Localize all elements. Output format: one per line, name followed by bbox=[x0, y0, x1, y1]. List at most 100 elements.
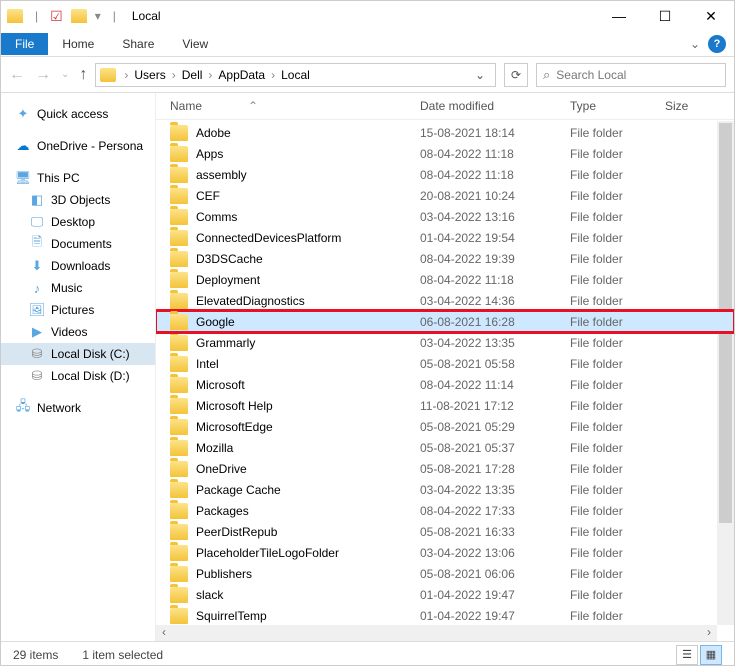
sidebar-item-local-disk-c[interactable]: ⛁Local Disk (C:) bbox=[1, 343, 155, 365]
sidebar-item-downloads[interactable]: ⬇Downloads bbox=[1, 255, 155, 277]
pictures-icon: 🖼 bbox=[29, 302, 45, 318]
file-row[interactable]: PlaceholderTileLogoFolder03-04-2022 13:0… bbox=[156, 542, 734, 563]
file-row[interactable]: Mozilla05-08-2021 05:37File folder bbox=[156, 437, 734, 458]
folder-icon bbox=[170, 230, 188, 246]
sidebar-item-quick-access[interactable]: ✦Quick access bbox=[1, 103, 155, 125]
column-header-size[interactable]: Size bbox=[665, 99, 695, 113]
column-header-type[interactable]: Type bbox=[570, 99, 665, 113]
sidebar-item-local-disk-d[interactable]: ⛁Local Disk (D:) bbox=[1, 365, 155, 387]
file-row[interactable]: slack01-04-2022 19:47File folder bbox=[156, 584, 734, 605]
close-button[interactable]: ✕ bbox=[688, 1, 734, 31]
file-row[interactable]: SquirrelTemp01-04-2022 19:47File folder bbox=[156, 605, 734, 626]
file-type: File folder bbox=[570, 252, 665, 266]
vertical-scrollbar[interactable] bbox=[717, 121, 734, 625]
file-list: Adobe15-08-2021 18:14File folderApps08-0… bbox=[156, 120, 734, 641]
file-row[interactable]: Adobe15-08-2021 18:14File folder bbox=[156, 122, 734, 143]
minimize-button[interactable]: — bbox=[596, 1, 642, 31]
home-tab[interactable]: Home bbox=[48, 33, 108, 55]
file-date: 05-08-2021 05:37 bbox=[420, 441, 570, 455]
horizontal-scrollbar[interactable]: ‹› bbox=[156, 625, 717, 641]
check-icon[interactable]: ☑ bbox=[50, 8, 63, 25]
file-name: Apps bbox=[196, 147, 420, 161]
file-tab[interactable]: File bbox=[1, 33, 48, 55]
icons-view-button[interactable]: ▦ bbox=[700, 645, 722, 665]
file-type: File folder bbox=[570, 147, 665, 161]
file-row[interactable]: PeerDistRepub05-08-2021 16:33File folder bbox=[156, 521, 734, 542]
breadcrumb-item[interactable]: Users bbox=[130, 68, 169, 82]
expand-ribbon-icon[interactable]: ⌄ bbox=[682, 37, 708, 51]
file-row[interactable]: assembly08-04-2022 11:18File folder bbox=[156, 164, 734, 185]
folder-icon bbox=[170, 440, 188, 456]
chevron-right-icon[interactable]: › bbox=[269, 68, 277, 82]
maximize-button[interactable]: ☐ bbox=[642, 1, 688, 31]
chevron-right-icon[interactable]: › bbox=[206, 68, 214, 82]
breadcrumb-item[interactable]: AppData bbox=[214, 68, 269, 82]
sidebar-item-desktop[interactable]: 🖵Desktop bbox=[1, 211, 155, 233]
recent-dropdown[interactable]: ⌄ bbox=[61, 69, 69, 80]
sidebar-item-this-pc[interactable]: 🖥This PC bbox=[1, 167, 155, 189]
file-type: File folder bbox=[570, 273, 665, 287]
sidebar-item-3d-objects[interactable]: ◧3D Objects bbox=[1, 189, 155, 211]
status-bar: 29 items 1 item selected ☰ ▦ bbox=[1, 641, 734, 667]
file-row[interactable]: Publishers05-08-2021 06:06File folder bbox=[156, 563, 734, 584]
sidebar-item-music[interactable]: ♪Music bbox=[1, 277, 155, 299]
file-name: Google bbox=[196, 315, 420, 329]
music-icon: ♪ bbox=[29, 280, 45, 296]
file-row[interactable]: ElevatedDiagnostics03-04-2022 14:36File … bbox=[156, 290, 734, 311]
scroll-left-icon[interactable]: ‹ bbox=[156, 625, 172, 641]
details-view-button[interactable]: ☰ bbox=[676, 645, 698, 665]
file-name: Publishers bbox=[196, 567, 420, 581]
back-button[interactable]: ← bbox=[9, 66, 25, 84]
file-row[interactable]: Microsoft08-04-2022 11:14File folder bbox=[156, 374, 734, 395]
file-date: 03-04-2022 14:36 bbox=[420, 294, 570, 308]
sidebar-item-pictures[interactable]: 🖼Pictures bbox=[1, 299, 155, 321]
folder-icon bbox=[170, 293, 188, 309]
file-row[interactable]: CEF20-08-2021 10:24File folder bbox=[156, 185, 734, 206]
file-row[interactable]: Deployment08-04-2022 11:18File folder bbox=[156, 269, 734, 290]
help-icon[interactable]: ? bbox=[708, 35, 726, 53]
up-button[interactable]: ↑ bbox=[79, 66, 87, 84]
item-count: 29 items bbox=[13, 648, 58, 662]
file-row[interactable]: ConnectedDevicesPlatform01-04-2022 19:54… bbox=[156, 227, 734, 248]
search-icon: ⌕ bbox=[543, 67, 550, 83]
column-header-name[interactable]: Name⌃ bbox=[170, 99, 420, 113]
file-type: File folder bbox=[570, 336, 665, 350]
address-bar[interactable]: › Users › Dell › AppData › Local ⌄ bbox=[95, 63, 496, 87]
file-type: File folder bbox=[570, 609, 665, 623]
file-row[interactable]: Microsoft Help11-08-2021 17:12File folde… bbox=[156, 395, 734, 416]
breadcrumb-item[interactable]: Dell bbox=[178, 68, 207, 82]
folder-icon bbox=[170, 125, 188, 141]
file-row[interactable]: Intel05-08-2021 05:58File folder bbox=[156, 353, 734, 374]
sidebar-item-videos[interactable]: ▶Videos bbox=[1, 321, 155, 343]
column-header-date[interactable]: Date modified bbox=[420, 99, 570, 113]
file-row[interactable]: D3DSCache08-04-2022 19:39File folder bbox=[156, 248, 734, 269]
chevron-right-icon[interactable]: › bbox=[170, 68, 178, 82]
scroll-right-icon[interactable]: › bbox=[701, 625, 717, 641]
forward-button[interactable]: → bbox=[35, 66, 51, 84]
documents-icon: 🗎 bbox=[29, 236, 45, 252]
share-tab[interactable]: Share bbox=[108, 33, 168, 55]
folder-icon bbox=[170, 209, 188, 225]
sidebar-item-documents[interactable]: 🗎Documents bbox=[1, 233, 155, 255]
chevron-right-icon[interactable]: › bbox=[122, 68, 130, 82]
sidebar-item-network[interactable]: 🖧Network bbox=[1, 397, 155, 419]
column-headers: Name⌃ Date modified Type Size bbox=[156, 93, 734, 120]
file-row[interactable]: Apps08-04-2022 11:18File folder bbox=[156, 143, 734, 164]
file-row[interactable]: Grammarly03-04-2022 13:35File folder bbox=[156, 332, 734, 353]
address-dropdown-icon[interactable]: ⌄ bbox=[469, 68, 491, 82]
search-input[interactable]: ⌕ Search Local bbox=[536, 63, 726, 87]
selection-count: 1 item selected bbox=[82, 648, 163, 662]
sidebar-item-onedrive[interactable]: ☁OneDrive - Persona bbox=[1, 135, 155, 157]
file-row[interactable]: MicrosoftEdge05-08-2021 05:29File folder bbox=[156, 416, 734, 437]
folder-icon bbox=[170, 314, 188, 330]
file-row[interactable]: OneDrive05-08-2021 17:28File folder bbox=[156, 458, 734, 479]
file-row[interactable]: Google06-08-2021 16:28File folder bbox=[156, 311, 734, 332]
breadcrumb-item[interactable]: Local bbox=[277, 68, 314, 82]
file-row[interactable]: Packages08-04-2022 17:33File folder bbox=[156, 500, 734, 521]
dropdown-icon[interactable]: ▾ bbox=[95, 9, 101, 23]
folder-icon bbox=[170, 503, 188, 519]
file-row[interactable]: Comms03-04-2022 13:16File folder bbox=[156, 206, 734, 227]
file-row[interactable]: Package Cache03-04-2022 13:35File folder bbox=[156, 479, 734, 500]
view-tab[interactable]: View bbox=[168, 33, 222, 55]
refresh-button[interactable]: ⟳ bbox=[504, 63, 528, 87]
